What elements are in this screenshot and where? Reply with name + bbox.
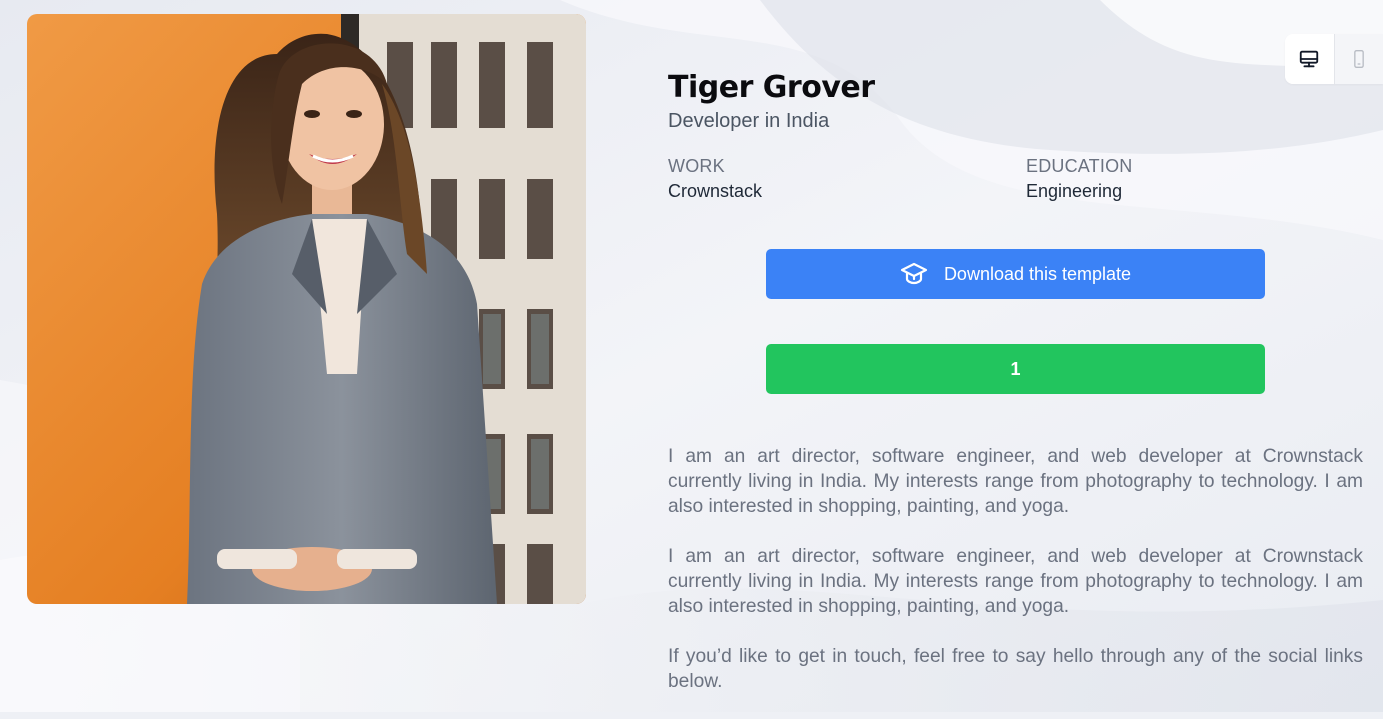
about-section: I am an art director, software engineer,…: [668, 444, 1363, 719]
device-toggle: [1285, 34, 1383, 84]
profile-title: Developer in India: [668, 110, 829, 133]
secondary-action-button[interactable]: 1: [766, 344, 1265, 394]
work-label: WORK: [668, 156, 725, 177]
mobile-icon: [1349, 48, 1369, 70]
secondary-action-label: 1: [1010, 359, 1020, 380]
download-template-button[interactable]: Download this template: [766, 249, 1265, 299]
education-label: EDUCATION: [1026, 156, 1132, 177]
about-paragraph: If you’d like to get in touch, feel free…: [668, 644, 1363, 694]
graduation-cap-icon: [900, 262, 928, 286]
desktop-icon: [1298, 48, 1320, 70]
profile-name: Tiger Grover: [668, 70, 875, 105]
work-value: Crownstack: [668, 181, 762, 202]
mobile-view-button[interactable]: [1334, 34, 1383, 84]
desktop-view-button[interactable]: [1285, 34, 1334, 84]
download-template-label: Download this template: [944, 264, 1131, 285]
profile-photo: [27, 14, 586, 604]
about-paragraph: I am an art director, software engineer,…: [668, 444, 1363, 519]
education-value: Engineering: [1026, 181, 1122, 202]
about-paragraph: I am an art director, software engineer,…: [668, 544, 1363, 619]
